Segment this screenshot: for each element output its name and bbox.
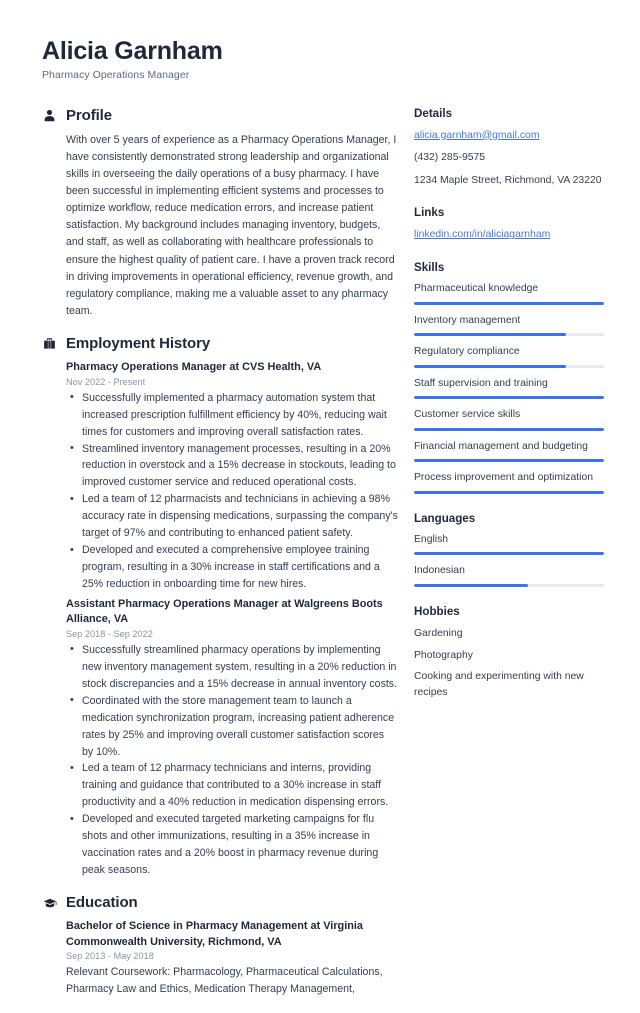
graduation-cap-icon <box>42 895 57 910</box>
language-item: Indonesian <box>414 564 604 587</box>
sidebar-title-hobbies: Hobbies <box>414 605 460 618</box>
skill-level-bar <box>414 459 604 463</box>
bullet-item: Successfully implemented a pharmacy auto… <box>66 389 398 441</box>
language-item: English <box>414 533 604 556</box>
sidebar-block-hobbies: Hobbies Gardening Photography Cooking an… <box>414 605 604 700</box>
employment-entry-date: Nov 2022 - Present <box>66 376 146 387</box>
skill-level-fill <box>414 396 604 400</box>
skill-level-fill <box>414 490 604 494</box>
resume-page: Alicia Garnham Pharmacy Operations Manag… <box>0 0 640 995</box>
linkedin-link[interactable]: linkedin.com/in/aliciagarnham <box>414 227 604 243</box>
hobby-item: Photography <box>414 649 473 661</box>
skill-item: Staff supervision and training <box>414 377 604 400</box>
briefcase-icon <box>42 336 57 351</box>
phone-value: (432) 285-9575 <box>414 152 486 164</box>
skill-level-fill <box>414 301 604 305</box>
section-header-education: Education <box>42 894 398 911</box>
sidebar-block-links: Links linkedin.com/in/aliciagarnham <box>414 206 604 243</box>
section-body-profile: With over 5 years of experience as a Pha… <box>42 132 398 321</box>
skill-label: Inventory management <box>414 314 521 326</box>
employment-entry-bullets: Successfully streamlined pharmacy operat… <box>66 641 398 879</box>
language-level-bar <box>414 552 604 556</box>
employment-entry-date: Sep 2018 - Sep 2022 <box>66 628 153 639</box>
sidebar-title-languages: Languages <box>414 511 476 525</box>
employment-entry: Pharmacy Operations Manager at CVS Healt… <box>66 360 398 593</box>
section-employment-history: Employment History Pharmacy Operations M… <box>42 335 398 879</box>
language-label: Indonesian <box>414 565 465 577</box>
education-entry: Bachelor of Science in Pharmacy Manageme… <box>66 919 398 998</box>
language-label: English <box>414 533 449 545</box>
skill-level-bar <box>414 301 604 305</box>
skill-label: Financial management and budgeting <box>414 440 588 452</box>
hobby-item: Gardening <box>414 628 463 639</box>
address-value: 1234 Maple Street, Richmond, VA 23220 <box>414 174 602 186</box>
candidate-job-title: Pharmacy Operations Manager <box>42 68 190 81</box>
skill-level-fill <box>414 333 566 337</box>
skill-level-fill <box>414 364 566 368</box>
bullet-item: Successfully streamlined pharmacy operat… <box>66 641 398 693</box>
education-entry-date: Sep 2013 - May 2018 <box>66 951 154 962</box>
skill-label: Regulatory compliance <box>414 346 520 358</box>
skill-item: Process improvement and optimization <box>414 471 604 494</box>
skill-item: Pharmaceutical knowledge <box>414 282 604 305</box>
language-level-fill <box>414 552 604 556</box>
person-icon <box>42 108 57 123</box>
main-column: Profile With over 5 years of experience … <box>42 107 414 1013</box>
section-header-employment: Employment History <box>42 335 398 352</box>
section-title-employment: Employment History <box>66 335 211 353</box>
skill-level-fill <box>414 459 604 463</box>
sidebar-block-languages: Languages English Indonesian <box>414 512 604 587</box>
employment-entry: Assistant Pharmacy Operations Manager at… <box>66 597 398 879</box>
education-entry-coursework: Relevant Coursework: Pharmacology, Pharm… <box>66 966 383 995</box>
resume-columns: Profile With over 5 years of experience … <box>42 107 610 1013</box>
section-body-education: Bachelor of Science in Pharmacy Manageme… <box>42 919 398 998</box>
skill-item: Customer service skills <box>414 408 604 431</box>
section-body-employment: Pharmacy Operations Manager at CVS Healt… <box>42 360 398 879</box>
skill-item: Financial management and budgeting <box>414 440 604 463</box>
skill-item: Regulatory compliance <box>414 345 604 368</box>
skill-level-bar <box>414 427 604 431</box>
skill-level-bar <box>414 490 604 494</box>
bullet-item: Streamlined inventory management process… <box>66 440 398 492</box>
employment-entry-title: Assistant Pharmacy Operations Manager at… <box>66 597 383 626</box>
section-profile: Profile With over 5 years of experience … <box>42 107 398 321</box>
bullet-item: Led a team of 12 pharmacists and technic… <box>66 491 398 542</box>
skill-level-fill <box>414 427 604 431</box>
sidebar-title-details: Details <box>414 106 453 120</box>
bullet-item: Developed and executed targeted marketin… <box>66 811 398 879</box>
section-title-profile: Profile <box>66 106 112 124</box>
sidebar-column: Details alicia.garnham@gmail.com (432) 2… <box>414 107 604 719</box>
sidebar-block-skills: Skills Pharmaceutical knowledge Inventor… <box>414 261 604 494</box>
language-level-bar <box>414 584 604 587</box>
education-entry-title: Bachelor of Science in Pharmacy Manageme… <box>66 920 363 948</box>
candidate-name: Alicia Garnham <box>42 37 223 65</box>
bullet-item: Developed and executed a comprehensive e… <box>66 542 398 593</box>
skill-label: Customer service skills <box>414 409 521 421</box>
section-education: Education Bachelor of Science in Pharmac… <box>42 894 398 998</box>
sidebar-title-links: Links <box>414 206 445 220</box>
employment-entry-bullets: Successfully implemented a pharmacy auto… <box>66 389 398 593</box>
language-level-fill <box>414 584 528 587</box>
skill-level-bar <box>414 396 604 400</box>
skill-level-bar <box>414 364 604 368</box>
email-link[interactable]: alicia.garnham@gmail.com <box>414 128 604 144</box>
skill-item: Inventory management <box>414 314 604 337</box>
skill-label: Process improvement and optimization <box>414 472 594 484</box>
employment-entry-title: Pharmacy Operations Manager at CVS Healt… <box>66 361 322 374</box>
section-title-education: Education <box>66 894 138 912</box>
skill-label: Pharmaceutical knowledge <box>414 282 539 294</box>
profile-summary-text: With over 5 years of experience as a Pha… <box>66 133 397 318</box>
bullet-item: Coordinated with the store management te… <box>66 692 398 761</box>
sidebar-block-details: Details alicia.garnham@gmail.com (432) 2… <box>414 107 604 189</box>
hobby-item: Cooking and experimenting with new recip… <box>414 671 584 698</box>
section-header-profile: Profile <box>42 107 398 124</box>
resume-header: Alicia Garnham Pharmacy Operations Manag… <box>42 37 610 81</box>
bullet-item: Led a team of 12 pharmacy technicians an… <box>66 760 398 811</box>
skill-label: Staff supervision and training <box>414 377 548 389</box>
skill-level-bar <box>414 333 604 337</box>
sidebar-title-skills: Skills <box>414 260 445 274</box>
